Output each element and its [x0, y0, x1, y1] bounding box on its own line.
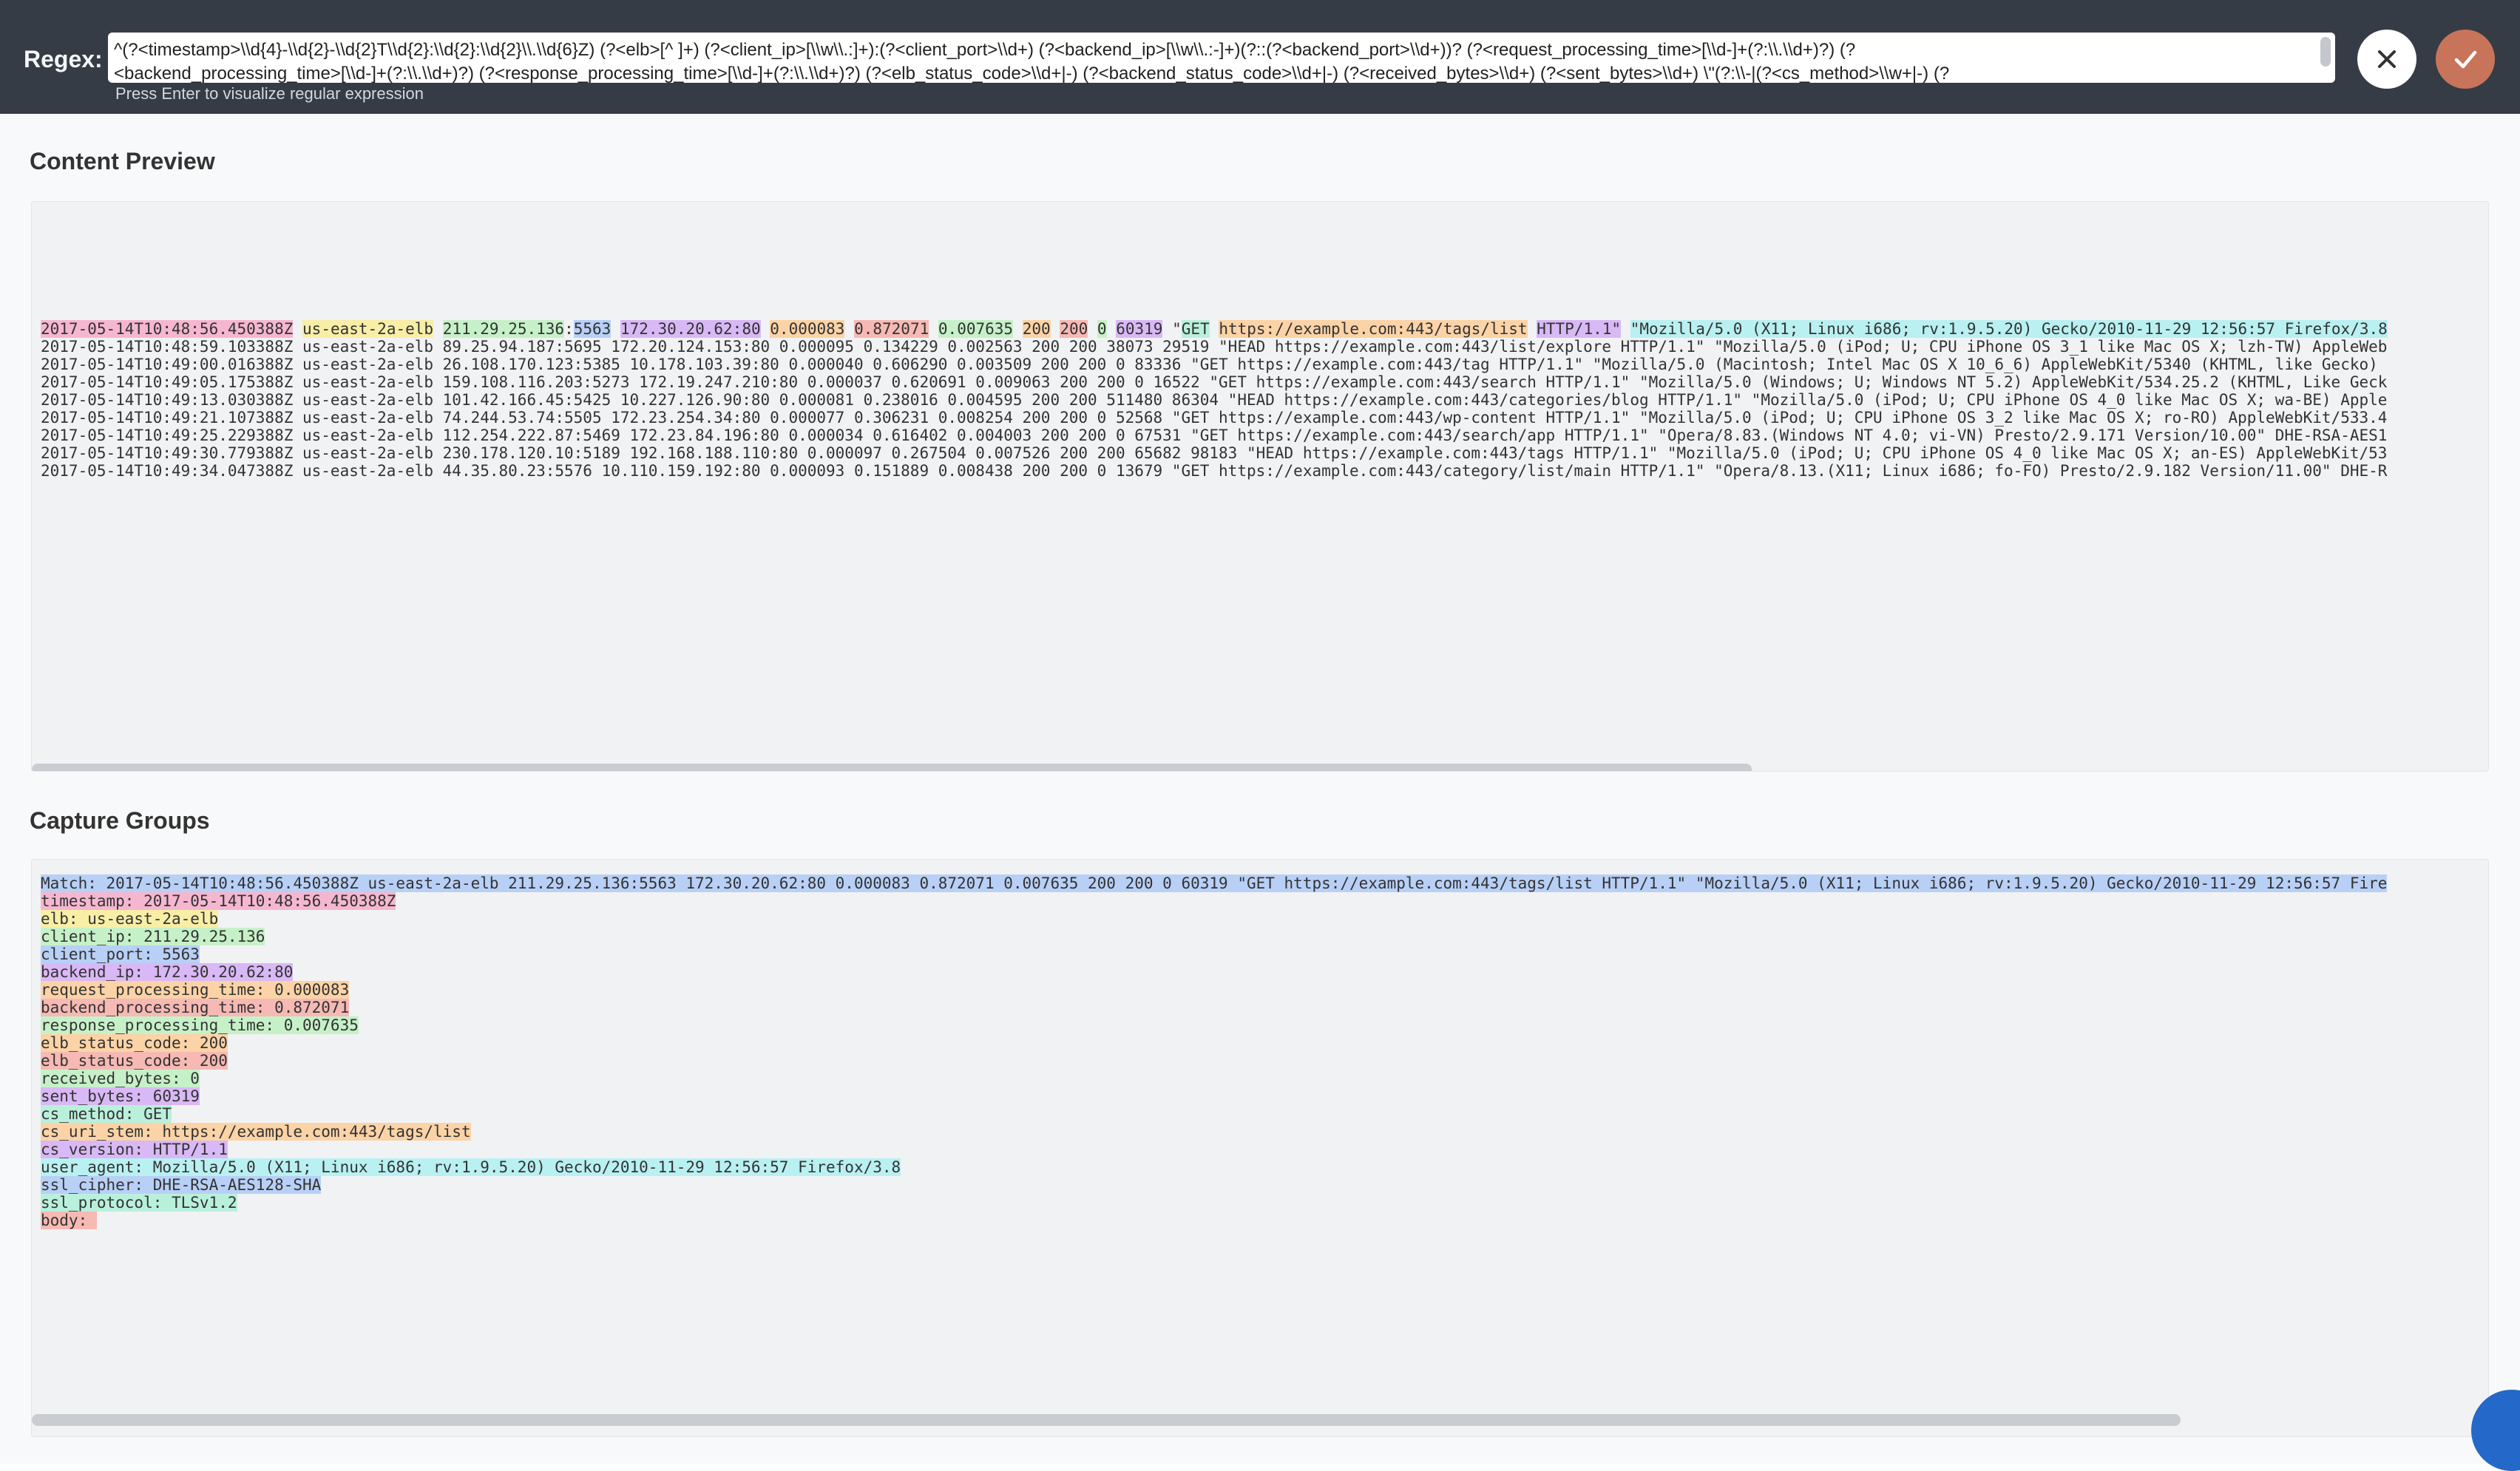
close-icon — [2378, 50, 2396, 68]
capture-group-text: request_processing_time: 0.000083 — [41, 981, 350, 999]
capture-group-text: elb_status_code: 200 — [41, 1034, 228, 1052]
capture-group: cs_method: GET — [41, 1105, 172, 1123]
capture-group: request_processing_time: 0.000083 — [41, 981, 350, 999]
preview-line: 2017-05-14T10:49:21.107388Z us-east-2a-e… — [41, 409, 2388, 427]
hl-user-agent: "Mozilla/5.0 (X11; Linux i686; rv:1.9.5.… — [1630, 320, 2388, 338]
hl-backend: 172.30.20.62:80 — [620, 320, 761, 338]
capture-group: received_bytes: 0 — [41, 1070, 200, 1087]
regex-input-line-2: <backend_processing_time>[\\d-]+(?:\\.\\… — [114, 64, 1950, 83]
regex-input[interactable]: ^(?<timestamp>\\d{4}-\\d{2}-\\d{2}T\\d{2… — [108, 33, 2335, 83]
capture-group-text: cs_version: HTTP/1.1 — [41, 1141, 228, 1158]
capture-group-text: elb: us-east-2a-elb — [41, 910, 219, 928]
hl-elb-status: 200 — [1022, 320, 1051, 338]
capture-group-text: backend_processing_time: 0.872071 — [41, 999, 350, 1016]
capture-group-text: sent_bytes: 60319 — [41, 1087, 200, 1105]
capture-group: response_processing_time: 0.007635 — [41, 1016, 359, 1034]
capture-group: elb_status_code: 200 — [41, 1052, 228, 1070]
regex-toolbar: Regex: ^(?<timestamp>\\d{4}-\\d{2}-\\d{2… — [0, 0, 2520, 114]
capture-group: cs_uri_stem: https://example.com:443/tag… — [41, 1123, 471, 1141]
capture-group: client_port: 5563 — [41, 945, 200, 963]
hl-uri: https://example.com:443/tags/list — [1219, 320, 1528, 338]
capture-group: ssl_cipher: DHE-RSA-AES128-SHA — [41, 1176, 322, 1194]
hl-received: 0 — [1097, 320, 1107, 338]
capture-group: ssl_protocol: TLSv1.2 — [41, 1194, 237, 1212]
capture-group: cs_version: HTTP/1.1 — [41, 1141, 228, 1158]
capture-group-text: cs_uri_stem: https://example.com:443/tag… — [41, 1123, 471, 1141]
capture-group-text: backend_ip: 172.30.20.62:80 — [41, 963, 294, 981]
preview-line: 2017-05-14T10:49:25.229388Z us-east-2a-e… — [41, 427, 2388, 444]
hl-elb: us-east-2a-elb — [302, 320, 434, 338]
capture-group: elb_status_code: 200 — [41, 1034, 228, 1052]
capture-group: timestamp: 2017-05-14T10:48:56.450388Z — [41, 892, 396, 910]
content-preview-box[interactable]: 2017-05-14T10:48:56.450388Z us-east-2a-e… — [31, 201, 2489, 772]
confirm-button[interactable] — [2436, 30, 2495, 89]
preview-line: 2017-05-14T10:48:59.103388Z us-east-2a-e… — [41, 338, 2388, 356]
preview-line: 2017-05-14T10:49:30.779388Z us-east-2a-e… — [41, 444, 2388, 462]
hl-sent: 60319 — [1116, 320, 1163, 338]
preview-line: 2017-05-14T10:49:34.047388Z us-east-2a-e… — [41, 462, 2388, 480]
hl-client-port: 5563 — [573, 320, 612, 338]
match-line: Match: 2017-05-14T10:48:56.450388Z us-ea… — [41, 874, 2388, 892]
capture-group: backend_processing_time: 0.872071 — [41, 999, 350, 1016]
checkmark-icon — [2454, 50, 2477, 69]
capture-group-text: response_processing_time: 0.007635 — [41, 1016, 359, 1034]
capture-group: sent_bytes: 60319 — [41, 1087, 200, 1105]
capture-groups-title: Capture Groups — [30, 807, 210, 834]
capture-groups-box[interactable]: Match: 2017-05-14T10:48:56.450388Z us-ea… — [31, 859, 2489, 1437]
regex-scrollbar[interactable] — [2320, 37, 2331, 67]
hl-client-ip: 211.29.25.136 — [442, 320, 565, 338]
hl-timestamp: 2017-05-14T10:48:56.450388Z — [41, 320, 294, 338]
regex-hint: Press Enter to visualize regular express… — [115, 84, 424, 103]
capture-group: backend_ip: 172.30.20.62:80 — [41, 963, 294, 981]
capture-horizontal-scrollbar[interactable] — [32, 1414, 2181, 1426]
capture-group-text: client_ip: 211.29.25.136 — [41, 928, 265, 945]
capture-group: body: — [41, 1212, 97, 1229]
preview-line: 2017-05-14T10:49:13.030388Z us-east-2a-e… — [41, 391, 2388, 409]
hl-backend-time: 0.872071 — [854, 320, 929, 338]
content-preview-title: Content Preview — [30, 148, 215, 174]
hl-req-time: 0.000083 — [770, 320, 845, 338]
capture-group: client_ip: 211.29.25.136 — [41, 928, 265, 945]
preview-line: 2017-05-14T10:49:05.175388Z us-east-2a-e… — [41, 373, 2388, 391]
preview-line: 2017-05-14T10:49:00.016388Z us-east-2a-e… — [41, 356, 2378, 373]
hl-quote: " — [1172, 320, 1182, 338]
capture-group: user_agent: Mozilla/5.0 (X11; Linux i686… — [41, 1158, 901, 1176]
capture-group-text: received_bytes: 0 — [41, 1070, 200, 1087]
hl-backend-status: 200 — [1060, 320, 1088, 338]
hl-resp-time: 0.007635 — [938, 320, 1014, 338]
capture-group-text: cs_method: GET — [41, 1105, 172, 1123]
capture-group-text: ssl_cipher: DHE-RSA-AES128-SHA — [41, 1176, 322, 1194]
hl-version: HTTP/1.1" — [1537, 320, 1622, 338]
close-button[interactable] — [2357, 30, 2416, 89]
capture-group-text: ssl_protocol: TLSv1.2 — [41, 1194, 237, 1212]
hl-method: GET — [1181, 320, 1210, 338]
capture-group-text: elb_status_code: 200 — [41, 1052, 228, 1070]
preview-horizontal-scrollbar[interactable] — [32, 764, 1752, 771]
capture-group-text: user_agent: Mozilla/5.0 (X11; Linux i686… — [41, 1158, 901, 1176]
main-panel: Content Preview 2017-05-14T10:48:56.4503… — [0, 114, 2520, 1464]
regex-label: Regex: — [24, 46, 103, 72]
regex-input-line-1: ^(?<timestamp>\\d{4}-\\d{2}-\\d{2}T\\d{2… — [114, 40, 1856, 60]
capture-group-text: client_port: 5563 — [41, 945, 200, 963]
match-line-text: Match: 2017-05-14T10:48:56.450388Z us-ea… — [41, 874, 2388, 892]
preview-line-highlighted: 2017-05-14T10:48:56.450388Z us-east-2a-e… — [41, 320, 2388, 338]
capture-group: elb: us-east-2a-elb — [41, 910, 219, 928]
capture-group-text: timestamp: 2017-05-14T10:48:56.450388Z — [41, 892, 396, 910]
capture-group-text: body: — [41, 1212, 97, 1229]
